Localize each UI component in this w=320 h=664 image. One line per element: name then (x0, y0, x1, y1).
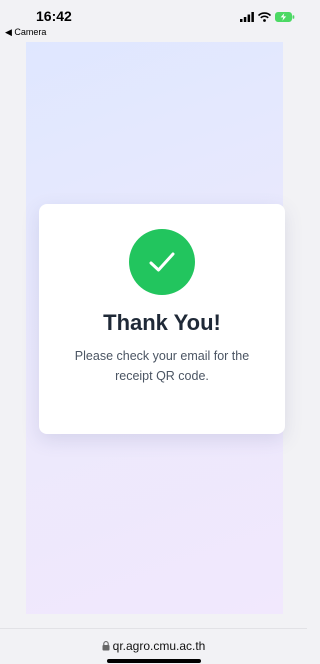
status-time: 16:42 (36, 8, 72, 24)
battery-charging-icon (275, 12, 295, 22)
thank-you-heading: Thank You! (103, 310, 221, 335)
status-bar: 16:42 ◀ Camera (0, 0, 307, 42)
status-icons (240, 11, 295, 23)
success-badge (129, 229, 195, 295)
thank-you-card: Thank You! Please check your email for t… (39, 204, 285, 434)
url-display[interactable]: qr.agro.cmu.ac.th (0, 639, 307, 653)
lock-icon (102, 641, 110, 651)
browser-address-bar[interactable]: qr.agro.cmu.ac.th (0, 628, 307, 664)
wifi-icon (258, 12, 271, 22)
signal-icon (240, 12, 254, 22)
back-to-camera-link[interactable]: ◀ Camera (5, 27, 46, 38)
url-text: qr.agro.cmu.ac.th (112, 639, 206, 653)
checkmark-icon (149, 252, 175, 272)
receipt-message: Please check your email for the receipt … (74, 349, 250, 383)
home-indicator[interactable] (107, 659, 201, 663)
web-page: Thank You! Please check your email for t… (26, 42, 285, 614)
